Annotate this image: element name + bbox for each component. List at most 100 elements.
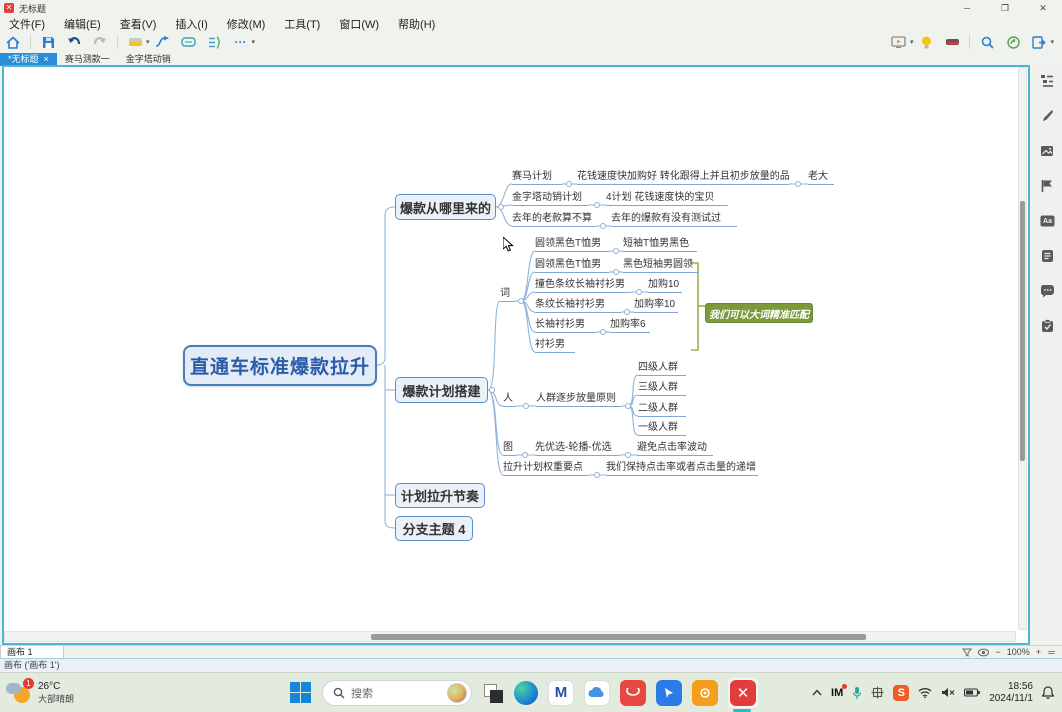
- edge-browser-icon[interactable]: [514, 681, 538, 705]
- highlighter-icon[interactable]: [125, 34, 145, 50]
- start-button[interactable]: [290, 682, 312, 704]
- tab-close-icon[interactable]: ×: [44, 54, 49, 64]
- branch-topic-4[interactable]: 分支主题 4: [395, 516, 473, 541]
- font-icon[interactable]: Aa: [1039, 213, 1055, 229]
- home-icon[interactable]: [3, 34, 23, 50]
- menu-file[interactable]: 文件(F): [9, 16, 45, 32]
- comment-icon[interactable]: [1039, 283, 1055, 299]
- tray-sogou-icon[interactable]: S: [893, 685, 909, 701]
- mindmap-canvas[interactable]: 直通车标准爆款拉升 爆款从哪里来的 爆款计划搭建 计划拉升节奏 分支主题 4 赛…: [2, 65, 1030, 645]
- tray-wifi-icon[interactable]: [918, 687, 932, 698]
- tray-mic-icon[interactable]: [852, 686, 862, 700]
- topic-keep-ctr-growth[interactable]: 我们保持点击率或者点击量的递增: [606, 461, 758, 476]
- topic-word-4b[interactable]: 加购率10: [634, 298, 678, 313]
- presentation-caret-icon[interactable]: ▾: [910, 38, 914, 46]
- close-button[interactable]: ✕: [1024, 0, 1062, 16]
- quark-browser-app-icon[interactable]: [656, 680, 682, 706]
- topic-4plan-fast-spend[interactable]: 4计划 花钱速度快的宝贝: [606, 191, 728, 206]
- laser-pointer-icon[interactable]: [942, 34, 962, 50]
- collapse-dot[interactable]: [613, 269, 619, 275]
- collapse-dot[interactable]: [594, 472, 600, 478]
- topic-crowd-level3[interactable]: 三级人群: [638, 381, 686, 396]
- topic-crowd-level4[interactable]: 四级人群: [638, 361, 686, 376]
- collapse-dot[interactable]: [600, 329, 606, 335]
- menu-tools[interactable]: 工具(T): [284, 16, 320, 32]
- capture-app-icon[interactable]: [692, 680, 718, 706]
- menu-insert[interactable]: 插入(I): [175, 16, 207, 32]
- zoom-in-button[interactable]: +: [1036, 647, 1041, 657]
- collapse-dot[interactable]: [522, 452, 528, 458]
- redo-icon[interactable]: [90, 34, 110, 50]
- collapse-dot[interactable]: [600, 223, 606, 229]
- menu-help[interactable]: 帮助(H): [398, 16, 435, 32]
- topic-last-year-old-style[interactable]: 去年的老款算不算: [512, 212, 596, 227]
- topic-picture-strategy[interactable]: 先优选-轮播-优选: [535, 441, 619, 456]
- topic-horse-race-plan[interactable]: 赛马计划: [512, 170, 562, 185]
- tray-clock[interactable]: 18:56 2024/11/1: [989, 681, 1033, 705]
- topic-avoid-ctr-wave[interactable]: 避免点击率波动: [637, 441, 713, 456]
- topic-fast-spend-product[interactable]: 花钱速度快加购好 转化跟得上并且初步放量的品: [577, 170, 789, 185]
- share-icon[interactable]: [1003, 34, 1023, 50]
- summary-callout[interactable]: 我们可以大词精准匹配: [705, 303, 813, 323]
- topic-word-1a[interactable]: 圆领黑色T恤男: [535, 237, 609, 252]
- topic-word-3b[interactable]: 加购10: [648, 278, 682, 293]
- collapse-dot[interactable]: [489, 387, 495, 393]
- relationship-icon[interactable]: [153, 34, 173, 50]
- topic-picture[interactable]: 图: [503, 441, 516, 456]
- restore-button[interactable]: ❐: [986, 0, 1024, 16]
- summary-icon[interactable]: [205, 34, 225, 50]
- collapse-dot[interactable]: [518, 298, 524, 304]
- horizontal-scrollbar-thumb[interactable]: [371, 634, 866, 640]
- topic-word-2a[interactable]: 圆领黑色T恤男: [535, 258, 609, 273]
- outline-icon[interactable]: [1039, 73, 1055, 89]
- filter-icon[interactable]: [962, 648, 972, 657]
- task-icon[interactable]: [1039, 318, 1055, 334]
- topic-word-1b[interactable]: 短袖T恤男黑色: [623, 237, 697, 252]
- collapse-dot[interactable]: [625, 403, 631, 409]
- horizontal-scrollbar[interactable]: [4, 631, 1016, 642]
- export-caret-icon[interactable]: ▾: [1050, 38, 1054, 46]
- menu-edit[interactable]: 编辑(E): [64, 16, 101, 32]
- collapse-dot[interactable]: [523, 403, 529, 409]
- vertical-scrollbar-thumb[interactable]: [1020, 201, 1025, 461]
- more-caret-icon[interactable]: ▾: [252, 38, 256, 46]
- task-view-button[interactable]: [482, 682, 504, 704]
- tray-snip-icon[interactable]: [871, 686, 884, 699]
- topic-word[interactable]: 词: [500, 287, 515, 302]
- export-icon[interactable]: [1029, 34, 1049, 50]
- branch-plan-build[interactable]: 爆款计划搭建: [395, 377, 488, 403]
- central-topic[interactable]: 直通车标准爆款拉升: [183, 345, 377, 386]
- tray-im-icon[interactable]: IM: [831, 687, 843, 699]
- tray-notification-bell-icon[interactable]: [1042, 686, 1054, 699]
- topic-word-4a[interactable]: 条纹长袖衬衫男: [535, 298, 621, 313]
- minimize-button[interactable]: ─: [948, 0, 986, 16]
- collapse-dot[interactable]: [795, 181, 801, 187]
- menu-window[interactable]: 窗口(W): [339, 16, 379, 32]
- collapse-dot[interactable]: [613, 248, 619, 254]
- topic-person[interactable]: 人: [503, 392, 516, 407]
- flag-icon[interactable]: [1039, 178, 1055, 194]
- collapse-dot[interactable]: [594, 202, 600, 208]
- tray-volume-muted-icon[interactable]: [941, 687, 955, 698]
- taskbar-search[interactable]: 搜索: [322, 680, 472, 706]
- xmind-taskbar-active[interactable]: ✕: [728, 678, 758, 708]
- overview-eye-icon[interactable]: [978, 648, 989, 657]
- search-highlight-image[interactable]: [447, 683, 467, 703]
- red-mail-app-icon[interactable]: [620, 680, 646, 706]
- collapse-dot[interactable]: [636, 289, 642, 295]
- tray-battery-icon[interactable]: [964, 688, 980, 697]
- collapse-dot[interactable]: [625, 452, 631, 458]
- topic-word-2b[interactable]: 黑色短袖男圆领: [623, 258, 699, 273]
- undo-icon[interactable]: [64, 34, 84, 50]
- collapse-dot[interactable]: [624, 309, 630, 315]
- topic-word-6a[interactable]: 衬衫男: [535, 338, 575, 353]
- branch-lift-rhythm[interactable]: 计划拉升节奏: [395, 483, 485, 508]
- topic-laoda[interactable]: 老大: [808, 170, 834, 185]
- boundary-icon[interactable]: [179, 34, 199, 50]
- mindmaster-app-icon[interactable]: M: [548, 680, 574, 706]
- topic-word-5b[interactable]: 加购率6: [610, 318, 650, 333]
- topic-pyramid-plan[interactable]: 金字塔动销计划: [512, 191, 588, 206]
- topic-weight-points[interactable]: 拉升计划权重要点: [503, 461, 589, 476]
- menu-modify[interactable]: 修改(M): [227, 16, 266, 32]
- topic-person-principle[interactable]: 人群逐步放量原则: [536, 392, 622, 407]
